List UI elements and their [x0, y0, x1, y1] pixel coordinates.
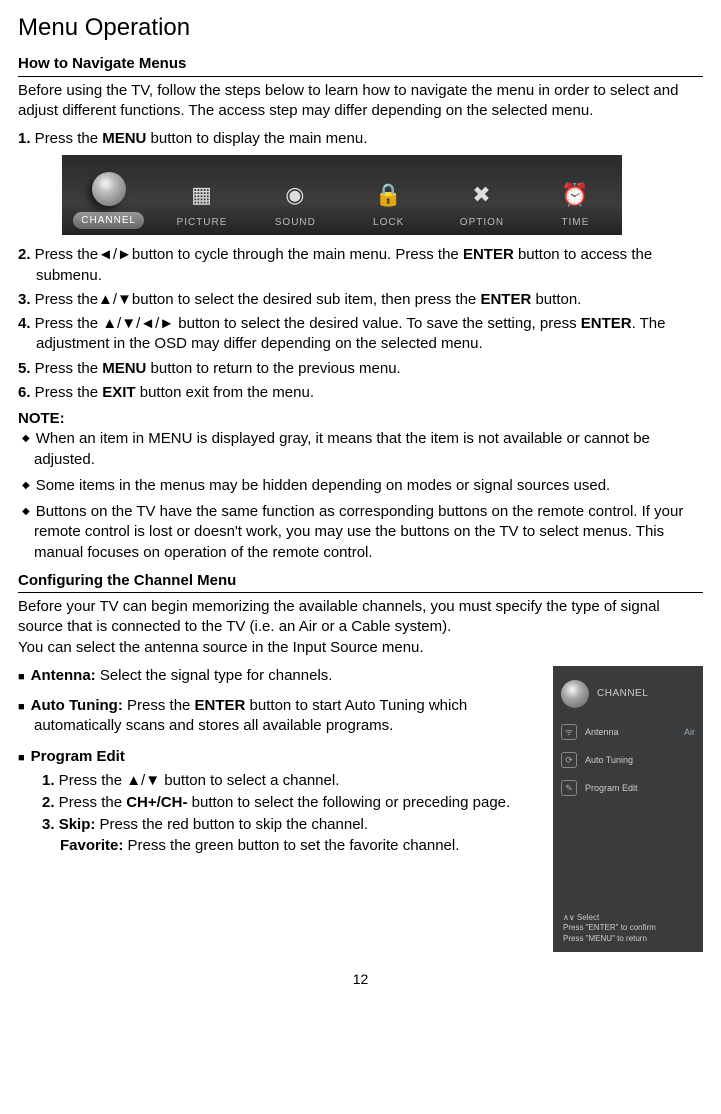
channel-intro-2: You can select the antenna source in the… — [18, 638, 703, 658]
page-title: Menu Operation — [18, 12, 703, 44]
intro-paragraph: Before using the TV, follow the steps be… — [18, 81, 703, 122]
menu-label: SOUND — [275, 217, 316, 228]
channel-submenu-panel: CHANNEL ᯤ Antenna Air ⟳ Auto Tuning ✎ Pr… — [553, 666, 703, 952]
program-edit-step-1: 1. Press the ▲/▼ button to select a chan… — [42, 771, 537, 791]
program-edit-step-2: 2. Press the CH+/CH- button to select th… — [42, 793, 537, 813]
picture-icon: ▦ — [155, 180, 248, 210]
panel-row-program-edit[interactable]: ✎ Program Edit — [553, 774, 703, 802]
step-5: 5. Press the MENU button to return to th… — [18, 359, 703, 379]
menu-item-picture[interactable]: ▦ PICTURE — [155, 180, 248, 235]
step-3: 3. Press the▲/▼button to select the desi… — [18, 290, 703, 310]
auto-tuning-icon: ⟳ — [561, 752, 577, 768]
program-edit-step-3: 3. Skip: Press the red button to skip th… — [42, 815, 537, 856]
panel-title: CHANNEL — [597, 687, 648, 701]
note-item: Buttons on the TV have the same function… — [18, 502, 703, 563]
step-1: 1. Press the MENU button to display the … — [18, 129, 703, 149]
menu-label: PICTURE — [177, 217, 228, 228]
lock-icon: 🔒 — [342, 180, 435, 210]
channel-intro-1: Before your TV can begin memorizing the … — [18, 597, 703, 638]
step-6: 6. Press the EXIT button exit from the m… — [18, 383, 703, 403]
note-label: NOTE: — [18, 409, 703, 429]
section-heading-channel: Configuring the Channel Menu — [18, 571, 703, 593]
menu-item-lock[interactable]: 🔒 LOCK — [342, 180, 435, 235]
menu-item-time[interactable]: ⏰ TIME — [529, 180, 622, 235]
step-2: 2. Press the◄/►button to cycle through t… — [18, 245, 703, 286]
satellite-dish-icon — [92, 172, 126, 206]
auto-tuning-item: Auto Tuning: Press the ENTER button to s… — [18, 696, 537, 737]
section-heading-navigate: How to Navigate Menus — [18, 54, 703, 76]
note-item: When an item in MENU is displayed gray, … — [18, 429, 703, 470]
option-icon: ✖ — [435, 180, 528, 210]
menu-label: CHANNEL — [73, 212, 144, 230]
panel-row-auto-tuning[interactable]: ⟳ Auto Tuning — [553, 746, 703, 774]
program-edit-item: Program Edit 1. Press the ▲/▼ button to … — [18, 747, 537, 856]
page-number: 12 — [18, 970, 703, 989]
step-4: 4. Press the ▲/▼/◄/► button to select th… — [18, 314, 703, 355]
menu-label: LOCK — [373, 217, 404, 228]
menu-item-channel[interactable]: CHANNEL — [62, 172, 155, 236]
program-edit-icon: ✎ — [561, 780, 577, 796]
main-menu-bar: CHANNEL ▦ PICTURE ◉ SOUND 🔒 LOCK ✖ OPTIO… — [62, 155, 622, 235]
channel-options-list: Antenna: Select the signal type for chan… — [18, 666, 537, 856]
menu-label: OPTION — [460, 217, 504, 228]
antenna-icon: ᯤ — [561, 724, 577, 740]
note-list: When an item in MENU is displayed gray, … — [18, 429, 703, 563]
menu-label: TIME — [561, 217, 589, 228]
note-item: Some items in the menus may be hidden de… — [18, 476, 703, 496]
antenna-item: Antenna: Select the signal type for chan… — [18, 666, 537, 686]
panel-row-antenna[interactable]: ᯤ Antenna Air — [553, 718, 703, 746]
navigate-steps-list-cont: 2. Press the◄/►button to cycle through t… — [18, 245, 703, 403]
menu-item-sound[interactable]: ◉ SOUND — [249, 180, 342, 235]
navigate-steps-list: 1. Press the MENU button to display the … — [18, 129, 703, 149]
menu-item-option[interactable]: ✖ OPTION — [435, 180, 528, 235]
panel-footer-hints: ∧∨ Select Press "ENTER" to confirm Press… — [563, 913, 656, 944]
satellite-dish-icon — [561, 680, 589, 708]
clock-icon: ⏰ — [529, 180, 622, 210]
sound-icon: ◉ — [249, 180, 342, 210]
